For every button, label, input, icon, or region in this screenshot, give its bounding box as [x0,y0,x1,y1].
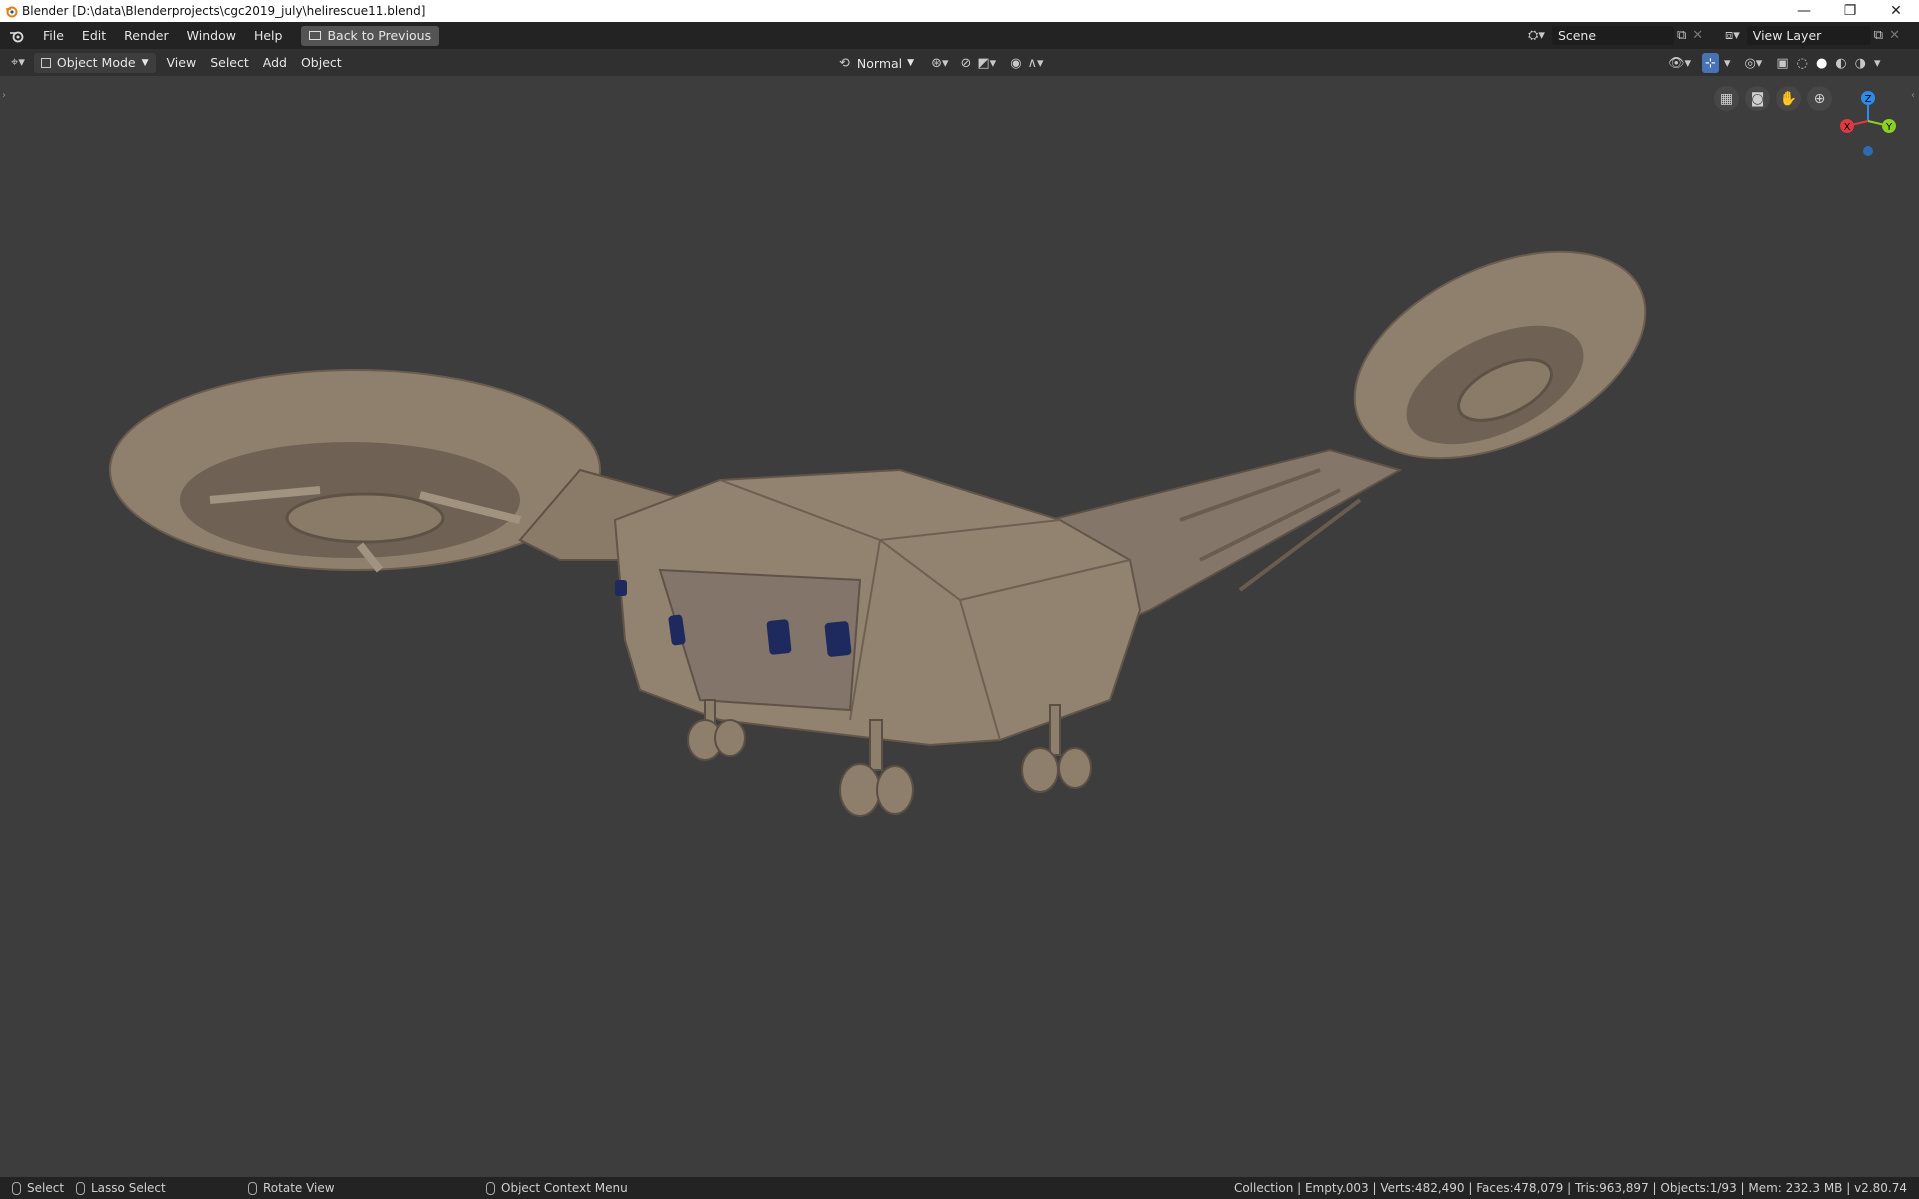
menu-view[interactable]: View [160,53,204,73]
helicopter-model [109,250,1647,817]
object-mode-label: Object Mode [56,55,136,70]
minimize-button[interactable]: — [1781,0,1827,22]
gizmo-x-label: X [1844,122,1851,133]
transform-orientation-icon: ⟲ [839,55,850,71]
window-title: Blender [D:\data\Blenderprojects\cgc2019… [22,4,426,18]
object-mode-dropdown[interactable]: Object Mode ▼ [33,52,156,73]
perspective-toggle-icon[interactable]: ▦ [1714,86,1739,111]
status-select: Select [12,1181,64,1195]
zoom-icon[interactable]: ⊕ [1807,86,1832,111]
new-view-layer-icon[interactable]: ⧉ [1871,26,1886,46]
chevron-down-icon: ▼ [141,57,149,68]
viewport-nav-buttons: ▦ ◙ ✋ ⊕ [1714,86,1832,111]
back-screen-icon [309,31,322,40]
status-lasso: Lasso Select [76,1181,166,1195]
menu-object[interactable]: Object [294,53,349,73]
blender-logo-icon [0,5,22,18]
new-scene-icon[interactable]: ⧉ [1674,26,1689,46]
blender-menu-icon[interactable] [0,29,34,43]
scene-statistics: Collection | Empty.003 | Verts:482,490 |… [1233,1181,1907,1195]
solid-shading-icon[interactable]: ● [1813,53,1830,73]
delete-scene-icon[interactable]: ✕ [1689,26,1706,46]
overlays-icon[interactable]: ◎▾ [1741,53,1765,73]
mouse-drag-icon [76,1181,85,1195]
menu-edit[interactable]: Edit [73,25,115,47]
transform-orientation-dropdown[interactable]: Normal ▼ [853,53,918,73]
orientation-label: Normal [856,55,903,71]
delete-view-layer-icon[interactable]: ✕ [1886,26,1903,46]
view-layer-selector: ⧈▾ View Layer ⧉ ✕ [1722,25,1903,46]
chevron-down-icon: ▼ [907,58,915,68]
editor-type-icon[interactable]: ⌖▾ [8,53,28,73]
menu-file[interactable]: File [34,25,73,47]
title-bar: Blender [D:\data\Blenderprojects\cgc2019… [0,0,1919,22]
menu-add[interactable]: Add [256,53,294,73]
snap-element-icon[interactable]: ◩▾ [974,53,999,73]
mouse-middle-icon [248,1181,257,1195]
scene-name-field[interactable]: Scene [1551,26,1674,45]
scene-selector: ⛭▾ Scene ⧉ ✕ [1525,25,1706,46]
menu-select[interactable]: Select [203,53,256,73]
viewport-header: ⌖▾ Object Mode ▼ View Select Add Object … [0,49,1919,76]
scene-icon[interactable]: ⛭▾ [1525,26,1548,46]
status-select-label: Select [27,1181,65,1195]
camera-view-icon[interactable]: ◙ [1745,86,1770,111]
status-lasso-label: Lasso Select [91,1181,166,1195]
restore-button[interactable]: ❐ [1827,0,1873,22]
navigation-gizmo[interactable]: Z X Y [1833,86,1903,166]
mouse-left-icon [12,1181,21,1195]
status-context-label: Object Context Menu [501,1181,628,1195]
gizmo-toggle-icon[interactable]: ⊹ [1702,53,1719,73]
sidebar-expand-icon[interactable]: ‹ [1911,90,1915,101]
snap-toggle-icon[interactable]: ⊘ [957,53,974,73]
object-mode-icon [40,57,51,68]
status-bar: Select Lasso Select Rotate View Object C… [0,1177,1919,1199]
xray-toggle-icon[interactable]: ▣ [1773,53,1791,73]
status-context: Object Context Menu [486,1181,628,1195]
menu-window[interactable]: Window [178,25,245,47]
rendered-shading-icon[interactable]: ◑ [1852,53,1869,73]
pan-hand-icon[interactable]: ✋ [1776,86,1801,111]
proportional-edit-icon[interactable]: ◉ [1007,53,1024,73]
view-layer-name-field[interactable]: View Layer [1746,26,1871,45]
shading-dropdown-icon[interactable]: ▾ [1871,53,1884,73]
3d-viewport[interactable]: Z X Y ▦ ◙ ✋ ⊕ › ‹ [0,76,1919,1176]
mouse-right-icon [486,1181,495,1195]
proportional-falloff-icon[interactable]: ∧▾ [1025,53,1047,73]
status-rotate-label: Rotate View [263,1181,335,1195]
gizmo-z-label: Z [1865,94,1872,105]
visibility-icon[interactable]: 👁▾ [1665,53,1694,73]
back-to-previous-button[interactable]: Back to Previous [301,25,440,46]
back-to-previous-label: Back to Previous [327,28,432,43]
wireframe-shading-icon[interactable]: ◌ [1794,53,1811,73]
gizmo-neg-z-axis[interactable] [1863,146,1873,156]
material-shading-icon[interactable]: ◐ [1832,53,1849,73]
menu-help[interactable]: Help [245,25,292,47]
menu-render[interactable]: Render [115,25,178,47]
view-layer-icon[interactable]: ⧈▾ [1722,26,1743,46]
close-window-button[interactable]: ✕ [1873,0,1919,22]
toolbar-expand-icon[interactable]: › [2,90,6,101]
gizmo-y-label: Y [1885,122,1893,133]
pivot-point-icon[interactable]: ⊛▾ [928,53,951,73]
gizmo-dropdown-icon[interactable]: ▾ [1721,53,1734,73]
status-rotate: Rotate View [248,1181,335,1195]
